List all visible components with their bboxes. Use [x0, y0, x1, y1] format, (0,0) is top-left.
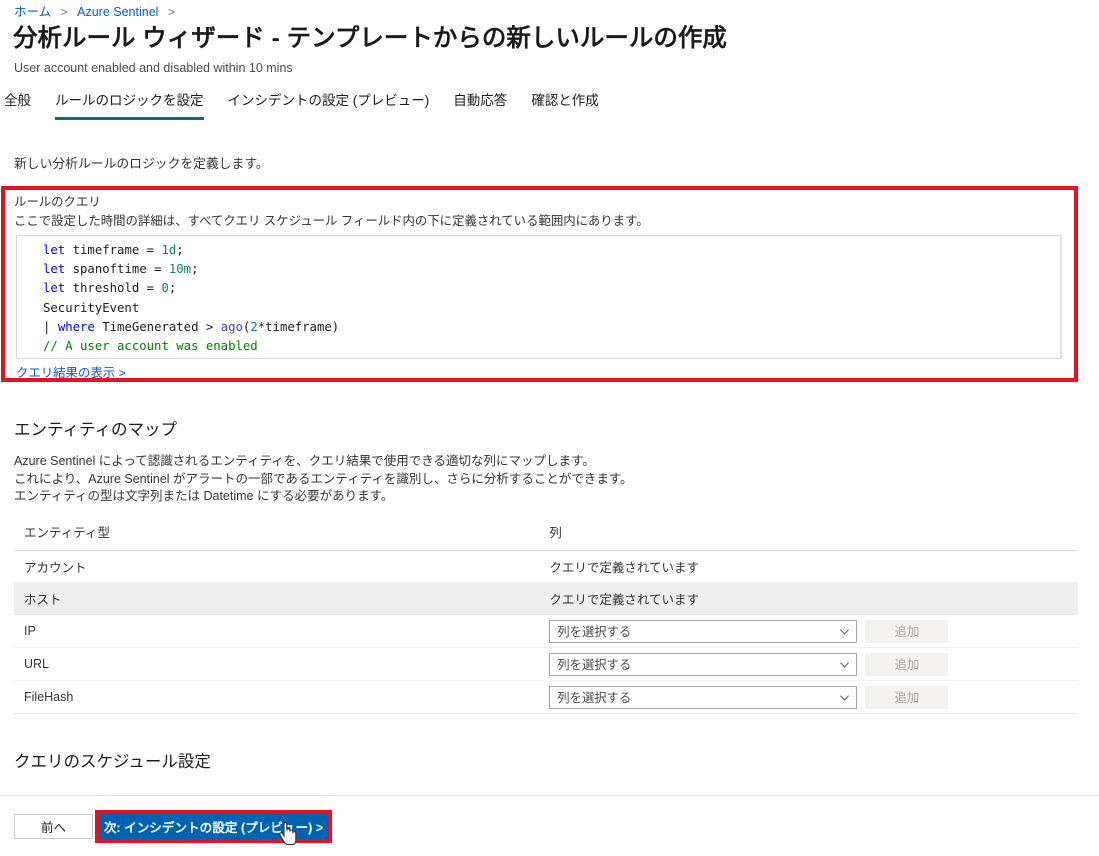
- entity-type-cell: IP: [14, 614, 540, 648]
- view-query-results-link[interactable]: クエリ結果の表示 >: [16, 363, 126, 381]
- code-line: | where TimeGenerated > ago(2*timeframe): [43, 318, 1061, 337]
- code-token: |: [43, 319, 58, 334]
- breadcrumb-item-home[interactable]: ホーム: [14, 5, 51, 19]
- column-header-entity-type: エンティティ型: [14, 519, 540, 551]
- code-token: threshold: [65, 281, 147, 296]
- table-header-row: エンティティ型 列: [14, 519, 1078, 551]
- code-line: // A user account was enabled: [43, 337, 1061, 356]
- breadcrumb-item-azure-sentinel[interactable]: Azure Sentinel: [77, 5, 158, 19]
- wizard-tabs: 全般 ルールのロジックを設定 インシデントの設定 (プレビュー) 自動応答 確認…: [0, 92, 1099, 122]
- code-token: let: [43, 243, 66, 257]
- column-cell: 列を選択する 追加: [539, 614, 1078, 648]
- entity-type-cell: URL: [14, 647, 540, 681]
- breadcrumb-separator-icon-2: >: [167, 5, 175, 19]
- entity-type-cell: ホスト: [14, 582, 540, 615]
- code-token: ;: [176, 243, 184, 257]
- footer-divider: [0, 795, 1099, 796]
- breadcrumb-separator-icon: >: [60, 5, 68, 19]
- query-scheduling-title: クエリのスケジュール設定: [14, 753, 211, 771]
- column-select-dropdown[interactable]: 列を選択する: [549, 685, 858, 709]
- tab-incident-settings[interactable]: インシデントの設定 (プレビュー): [228, 92, 430, 120]
- tab-automated-response[interactable]: 自動応答: [453, 92, 507, 120]
- rule-query-description: ここで設定した時間の詳細は、すべてクエリ スケジュール フィールド内の下に定義さ…: [14, 214, 649, 228]
- intro-text: 新しい分析ルールのロジックを定義します。: [14, 156, 269, 171]
- page-subtitle: User account enabled and disabled within…: [14, 61, 293, 75]
- table-row: IP 列を選択する 追加: [14, 614, 1078, 648]
- entity-desc-line-2: これにより、Azure Sentinel がアラートの一部であるエンティティを識…: [14, 471, 633, 486]
- next-button[interactable]: 次: インシデントの設定 (プレビュー) >: [99, 814, 328, 839]
- column-control-group: 列を選択する 追加: [549, 619, 1078, 643]
- table-row: URL 列を選択する 追加: [14, 647, 1078, 681]
- code-token: TimeGenerated >: [94, 319, 221, 334]
- code-token: let: [43, 262, 66, 277]
- table-row: FileHash 列を選択する 追加: [14, 680, 1078, 714]
- code-token: 2: [250, 319, 258, 334]
- code-token: // A user account was enabled: [43, 339, 258, 354]
- entity-desc-line-1: Azure Sentinel によって認識されるエンティティを、クエリ結果で使用…: [14, 454, 595, 468]
- entity-map-description: Azure Sentinel によって認識されるエンティティを、クエリ結果で使用…: [14, 453, 633, 506]
- add-button[interactable]: 追加: [865, 685, 949, 709]
- column-cell: 列を選択する 追加: [539, 680, 1078, 714]
- code-line: let threshold = 0;: [43, 279, 1061, 298]
- entity-mapping-table: エンティティ型 列 アカウント クエリで定義されています ホスト クエリで定義されてい…: [14, 519, 1078, 714]
- entity-type-cell: FileHash: [14, 680, 540, 714]
- dropdown-selected-value: 列を選択する: [557, 691, 632, 705]
- code-token: spanoftime: [65, 262, 155, 277]
- code-token: let: [43, 281, 66, 296]
- chevron-down-icon: [840, 661, 850, 668]
- code-token: *timeframe): [257, 319, 340, 334]
- defined-in-query-text: クエリで定義されています: [549, 593, 699, 607]
- code-line: let spanoftime = 10m;: [43, 260, 1061, 279]
- code-token: timeframe: [65, 243, 147, 257]
- tab-general[interactable]: 全般: [4, 92, 31, 120]
- code-token: ;: [191, 262, 199, 277]
- code-token: where: [57, 319, 95, 334]
- tab-set-rule-logic[interactable]: ルールのロジックを設定: [55, 92, 204, 120]
- breadcrumb: ホーム > Azure Sentinel >: [14, 4, 181, 20]
- chevron-down-icon: [840, 694, 850, 701]
- previous-button[interactable]: 前へ: [14, 814, 93, 839]
- code-token: =: [146, 243, 162, 257]
- page-title: 分析ルール ウィザード - テンプレートからの新しいルールの作成: [13, 25, 727, 52]
- table-row: ホスト クエリで定義されています: [14, 582, 1078, 615]
- column-control-group: 列を選択する 追加: [549, 685, 1078, 709]
- code-token: 10m: [168, 262, 192, 277]
- column-select-dropdown[interactable]: 列を選択する: [549, 619, 858, 643]
- column-cell: クエリで定義されています: [539, 582, 1078, 615]
- column-control-group: 列を選択する 追加: [549, 652, 1078, 676]
- code-token: SecurityEvent: [43, 300, 140, 315]
- code-token: ago: [220, 319, 243, 334]
- editor-scrollbar[interactable]: [1060, 236, 1061, 358]
- code-token: 0: [161, 281, 169, 296]
- code-token: ;: [168, 281, 177, 296]
- entity-map-title: エンティティのマップ: [14, 421, 178, 439]
- add-button[interactable]: 追加: [865, 619, 949, 643]
- code-token: =: [154, 262, 169, 277]
- chevron-down-icon: [840, 628, 850, 635]
- dropdown-selected-value: 列を選択する: [557, 625, 632, 639]
- rule-query-editor[interactable]: let timeframe = 1d; let spanoftime = 10m;…: [16, 235, 1062, 359]
- column-select-dropdown[interactable]: 列を選択する: [549, 652, 858, 676]
- rule-query-code[interactable]: let timeframe = 1d; let spanoftime = 10m;…: [17, 236, 1061, 356]
- column-cell: 列を選択する 追加: [539, 647, 1078, 681]
- entity-type-cell: アカウント: [14, 550, 540, 583]
- rule-query-label: ルールのクエリ: [14, 195, 101, 209]
- entity-desc-line-3: エンティティの型は文字列または Datetime にする必要があります。: [14, 489, 394, 503]
- column-header-column: 列: [539, 519, 1078, 551]
- code-line: let timeframe = 1d;: [43, 241, 1061, 260]
- column-cell: クエリで定義されています: [539, 550, 1078, 583]
- code-token: 1d: [161, 243, 177, 257]
- dropdown-selected-value: 列を選択する: [557, 658, 632, 672]
- defined-in-query-text: クエリで定義されています: [549, 561, 699, 575]
- tab-review-and-create[interactable]: 確認と作成: [531, 92, 599, 120]
- add-button[interactable]: 追加: [865, 652, 949, 676]
- code-line: SecurityEvent: [43, 299, 1061, 318]
- code-token: =: [146, 281, 162, 296]
- table-row: アカウント クエリで定義されています: [14, 550, 1078, 583]
